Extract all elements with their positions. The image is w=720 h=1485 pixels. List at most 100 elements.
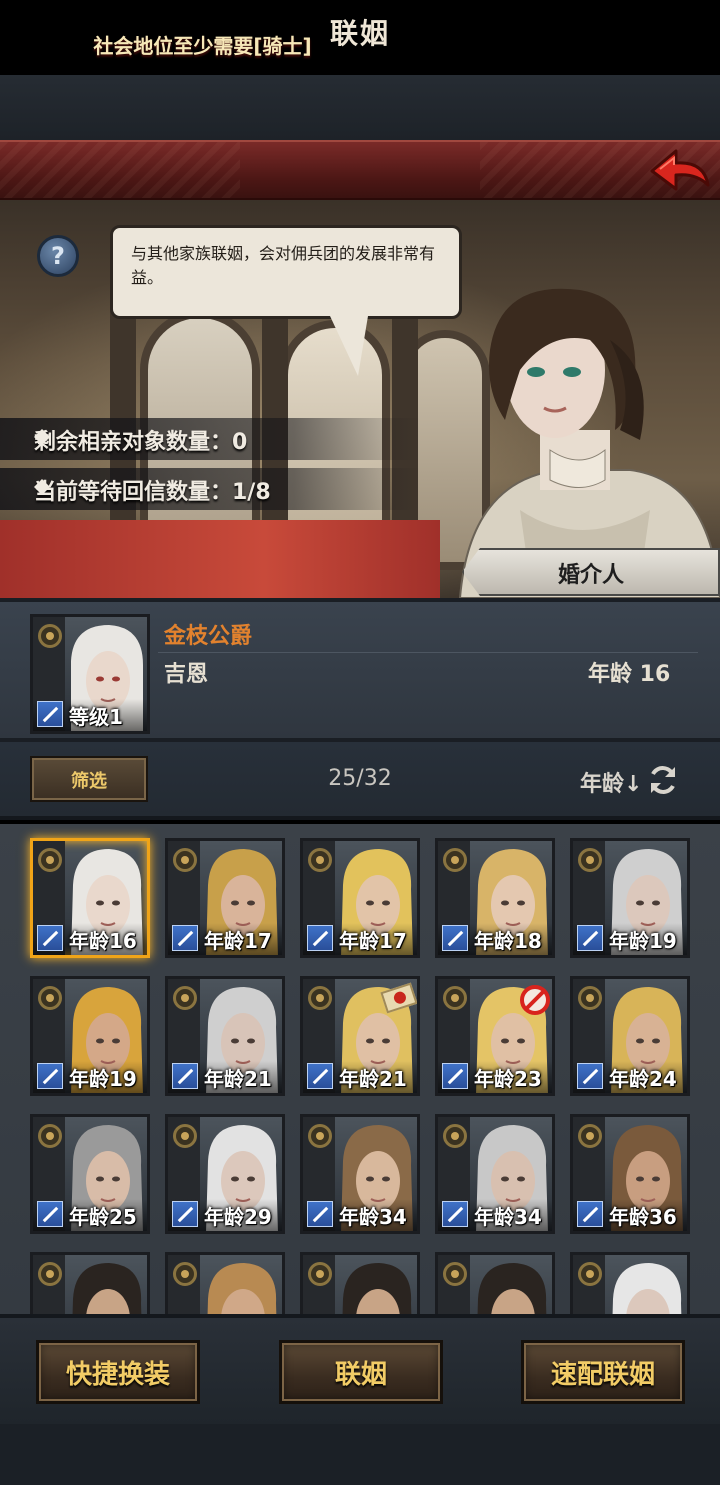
crest-icon — [578, 1262, 602, 1286]
crest-icon — [173, 986, 197, 1010]
candidate-card[interactable]: 年龄19 — [570, 838, 690, 958]
candidate-card[interactable] — [570, 1252, 690, 1314]
candidate-card[interactable] — [30, 1252, 150, 1314]
speech-bubble: 与其他家族联姻，会对佣兵团的发展非常有益。 — [110, 225, 462, 319]
candidate-card[interactable] — [300, 1252, 420, 1314]
candidate-count: 25/32 — [328, 766, 392, 791]
candidate-card[interactable]: 年龄24 — [570, 976, 690, 1096]
crest-icon — [38, 986, 62, 1010]
candidate-card[interactable]: 年龄21 — [165, 976, 285, 1096]
crest-icon — [443, 1124, 467, 1148]
candidate-card[interactable]: 年龄29 — [165, 1114, 285, 1234]
candidate-card[interactable]: 年龄18 — [435, 838, 555, 958]
title-ornament-left — [0, 142, 240, 198]
candidate-card[interactable] — [435, 1252, 555, 1314]
crest-icon — [308, 1262, 332, 1286]
sword-class-icon — [577, 1201, 603, 1227]
remaining-row: 剩余相亲对象数量：0 — [0, 418, 420, 460]
remaining-count-label: 剩余相亲对象数量：0 — [34, 430, 248, 455]
candidate-card[interactable]: 年龄17 — [165, 838, 285, 958]
sword-class-icon — [172, 1201, 198, 1227]
sword-class-icon — [442, 925, 468, 951]
candidate-age-label: 年龄24 — [609, 1067, 677, 1091]
crest-icon — [173, 1262, 197, 1286]
candidate-age-label: 年龄34 — [339, 1205, 407, 1229]
sword-class-icon — [577, 1063, 603, 1089]
sword-class-icon — [442, 1201, 468, 1227]
diamond-bullet-icon — [34, 429, 50, 445]
character-name: 吉恩 — [164, 662, 209, 687]
crest-icon — [308, 986, 332, 1010]
candidate-age-label: 年龄17 — [204, 929, 272, 953]
crest-icon — [308, 1124, 332, 1148]
candidate-age-label: 年龄21 — [339, 1067, 407, 1091]
ban-icon — [520, 985, 550, 1015]
speech-text: 与其他家族联姻，会对佣兵团的发展非常有益。 — [131, 244, 436, 287]
character-age: 年龄 16 — [588, 662, 671, 687]
candidate-age-label: 年龄19 — [609, 929, 677, 953]
candidate-card[interactable]: 年龄36 — [570, 1114, 690, 1234]
character-portrait — [477, 1263, 547, 1314]
candidate-grid[interactable]: 年龄16 年龄17 年龄17 年龄18 年龄19 年龄19 年龄21 年龄21 年龄23 年龄24… — [0, 824, 720, 1314]
character-portrait — [612, 1263, 682, 1314]
crest-icon — [173, 1124, 197, 1148]
level-label: 等级1 — [69, 705, 123, 729]
sword-class-icon — [307, 1201, 333, 1227]
crest-icon — [38, 624, 62, 648]
crest-icon — [578, 848, 602, 872]
candidate-card[interactable]: 年龄34 — [300, 1114, 420, 1234]
sword-class-icon — [37, 1063, 63, 1089]
sword-class-icon — [307, 925, 333, 951]
candidate-age-label: 年龄18 — [474, 929, 542, 953]
refresh-icon[interactable] — [646, 763, 680, 797]
sword-class-icon — [307, 1063, 333, 1089]
sword-class-icon — [172, 925, 198, 951]
back-arrow-icon[interactable] — [646, 145, 712, 195]
crest-icon — [578, 986, 602, 1010]
candidate-card[interactable]: 年龄17 — [300, 838, 420, 958]
sword-class-icon — [442, 1063, 468, 1089]
title-bar — [0, 140, 720, 200]
candidate-age-label: 年龄36 — [609, 1205, 677, 1229]
candidate-card[interactable]: 年龄19 — [30, 976, 150, 1096]
crest-icon — [443, 848, 467, 872]
sword-class-icon — [172, 1063, 198, 1089]
candidate-card[interactable]: 年龄21 — [300, 976, 420, 1096]
marry-label[interactable]: 联姻 — [279, 1354, 443, 1391]
candidate-age-label: 年龄34 — [474, 1205, 542, 1229]
waiting-row: 当前等待回信数量：1/8 — [0, 468, 420, 510]
sword-class-icon — [37, 925, 63, 951]
matchmaker-button-label[interactable]: 婚介人 — [462, 557, 720, 589]
filter-button-label[interactable]: 筛选 — [30, 767, 148, 793]
crest-icon — [443, 986, 467, 1010]
candidate-age-label: 年龄17 — [339, 929, 407, 953]
quick-equip-label[interactable]: 快捷换装 — [36, 1354, 200, 1391]
candidate-card[interactable]: 年龄23 — [435, 976, 555, 1096]
quick-match-label[interactable]: 速配联姻 — [521, 1354, 685, 1391]
candidate-age-label: 年龄16 — [69, 929, 137, 953]
waiting-count-label: 当前等待回信数量：1/8 — [34, 480, 271, 505]
candidate-card[interactable]: 年龄34 — [435, 1114, 555, 1234]
candidate-card[interactable] — [165, 1252, 285, 1314]
candidate-age-label: 年龄25 — [69, 1205, 137, 1229]
navigation-bar-area — [0, 1424, 720, 1485]
candidate-card[interactable]: 年龄16 — [30, 838, 150, 958]
character-portrait — [342, 1263, 412, 1314]
candidate-age-label: 年龄21 — [204, 1067, 272, 1091]
crest-icon — [173, 848, 197, 872]
requirement-text: 社会地位至少需要[骑士] — [93, 34, 312, 58]
crest-icon — [38, 1262, 62, 1286]
crest-icon — [38, 1124, 62, 1148]
sword-class-icon — [577, 925, 603, 951]
crest-icon — [308, 848, 332, 872]
sword-class-icon — [37, 701, 63, 727]
speech-bubble-tail — [330, 316, 368, 376]
sort-button[interactable]: 年龄↓ — [580, 766, 642, 798]
top-strip — [0, 75, 720, 140]
candidate-card[interactable]: 年龄25 — [30, 1114, 150, 1234]
panel-divider — [158, 652, 698, 653]
sword-class-icon — [37, 1201, 63, 1227]
selected-character-card[interactable]: 等级1 — [30, 614, 150, 734]
candidate-age-label: 年龄19 — [69, 1067, 137, 1091]
help-icon[interactable]: ? — [37, 235, 79, 277]
